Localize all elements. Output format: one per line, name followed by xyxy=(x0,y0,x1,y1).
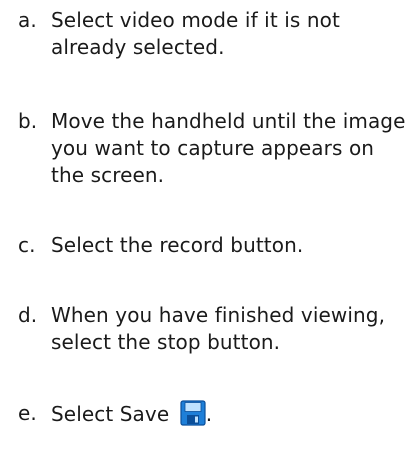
step-e-content: Select Save . xyxy=(51,400,212,428)
save-icon xyxy=(180,400,206,426)
step-a-text: Select video mode if it is not already s… xyxy=(51,8,340,59)
step-c-text: Select the record button. xyxy=(51,233,304,257)
step-e-suffix: . xyxy=(205,402,213,426)
step-c-letter: c. xyxy=(18,233,36,257)
step-b-text: Move the handheld until the image you wa… xyxy=(51,109,406,187)
step-c: c. Select the record button. xyxy=(18,232,303,259)
step-b: b. Move the handheld until the image you… xyxy=(18,108,410,189)
step-e-letter: e. xyxy=(18,401,37,425)
step-a: a. Select video mode if it is not alread… xyxy=(18,7,410,61)
step-d-text: When you have finished viewing, select t… xyxy=(51,303,386,354)
step-a-letter: a. xyxy=(18,8,37,32)
step-d-letter: d. xyxy=(18,303,38,327)
step-e: e. Select Save . xyxy=(18,400,212,428)
step-e-text: Select Save xyxy=(51,402,170,426)
step-b-letter: b. xyxy=(18,109,38,133)
step-d: d. When you have finished viewing, selec… xyxy=(18,302,410,356)
